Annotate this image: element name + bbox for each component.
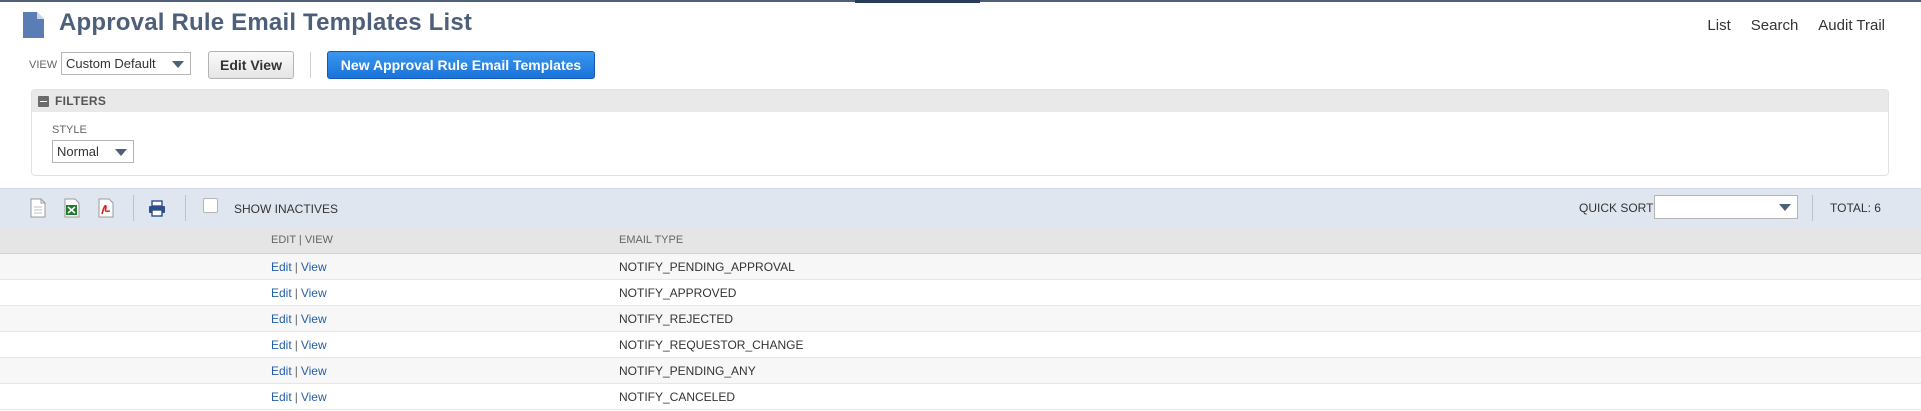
email-type-cell: NOTIFY_REQUESTOR_CHANGE: [619, 338, 804, 352]
print-icon[interactable]: [148, 198, 166, 218]
edit-view-cell: Edit | View: [271, 390, 327, 404]
chevron-down-icon: [115, 149, 127, 156]
link-separator: |: [294, 364, 298, 378]
email-type-cell: NOTIFY_PENDING_ANY: [619, 364, 756, 378]
edit-view-cell: Edit | View: [271, 338, 327, 352]
link-separator: |: [294, 390, 298, 404]
collapse-icon[interactable]: [38, 96, 49, 107]
table-row: Edit | View NOTIFY_APPROVED: [0, 280, 1921, 306]
column-header-email-type[interactable]: EMAIL TYPE: [619, 234, 683, 246]
table-row: Edit | View NOTIFY_REJECTED: [0, 306, 1921, 332]
search-link[interactable]: Search: [1751, 17, 1799, 34]
view-link[interactable]: View: [301, 260, 327, 274]
email-type-cell: NOTIFY_CANCELED: [619, 390, 736, 404]
view-link[interactable]: View: [301, 364, 327, 378]
table-header: EDIT | VIEW EMAIL TYPE: [0, 227, 1921, 254]
email-type-cell: NOTIFY_APPROVED: [619, 286, 737, 300]
filters-panel: FILTERS STYLE Normal: [31, 89, 1889, 176]
top-links: List Search Audit Trail: [1707, 17, 1885, 34]
view-select[interactable]: Custom Default: [61, 52, 191, 75]
top-accent-mark: [855, 0, 980, 3]
page-title: Approval Rule Email Templates List: [59, 9, 473, 36]
audit-trail-link[interactable]: Audit Trail: [1818, 17, 1885, 34]
csv-export-icon[interactable]: [29, 198, 47, 218]
list-toolbar: SHOW INACTIVES QUICK SORT TOTAL: 6: [0, 188, 1921, 227]
document-icon: [23, 12, 44, 38]
style-select-value: Normal: [57, 144, 99, 159]
edit-link[interactable]: Edit: [271, 260, 292, 274]
edit-link[interactable]: Edit: [271, 312, 292, 326]
edit-link[interactable]: Edit: [271, 390, 292, 404]
style-select[interactable]: Normal: [52, 140, 134, 163]
filters-title: FILTERS: [55, 94, 107, 108]
chevron-down-icon: [1779, 204, 1791, 211]
edit-view-cell: Edit | View: [271, 260, 327, 274]
edit-view-cell: Edit | View: [271, 364, 327, 378]
link-separator: |: [294, 312, 298, 326]
link-separator: |: [294, 338, 298, 352]
link-separator: |: [294, 260, 298, 274]
edit-link[interactable]: Edit: [271, 286, 292, 300]
show-inactives-label: SHOW INACTIVES: [234, 202, 339, 216]
style-label: STYLE: [52, 124, 87, 136]
view-link[interactable]: View: [301, 312, 327, 326]
view-link[interactable]: View: [301, 338, 327, 352]
toolbar-separator: [1812, 195, 1813, 221]
toolbar-separator: [185, 195, 186, 221]
quick-sort-label: QUICK SORT: [1579, 201, 1654, 215]
edit-view-button[interactable]: Edit View: [208, 51, 294, 79]
view-link[interactable]: View: [301, 286, 327, 300]
show-inactives-checkbox[interactable]: [203, 198, 218, 213]
email-type-cell: NOTIFY_PENDING_APPROVAL: [619, 260, 795, 274]
email-type-cell: NOTIFY_REJECTED: [619, 312, 734, 326]
edit-link[interactable]: Edit: [271, 338, 292, 352]
chevron-down-icon: [172, 61, 184, 68]
table-row: Edit | View NOTIFY_CANCELED: [0, 384, 1921, 410]
pdf-export-icon[interactable]: [97, 198, 115, 218]
toolbar-separator: [133, 195, 134, 221]
column-header-edit-view[interactable]: EDIT | VIEW: [271, 234, 333, 246]
edit-view-cell: Edit | View: [271, 312, 327, 326]
link-separator: |: [294, 286, 298, 300]
toolbar-divider: [310, 52, 311, 78]
edit-view-cell: Edit | View: [271, 286, 327, 300]
table-row: Edit | View NOTIFY_PENDING_APPROVAL: [0, 254, 1921, 280]
page: Approval Rule Email Templates List List …: [0, 0, 1921, 411]
table-row: Edit | View NOTIFY_PENDING_ANY: [0, 358, 1921, 384]
filters-header[interactable]: FILTERS: [32, 90, 1888, 112]
total-count: TOTAL: 6: [1830, 201, 1881, 215]
edit-link[interactable]: Edit: [271, 364, 292, 378]
table-row: Edit | View NOTIFY_REQUESTOR_CHANGE: [0, 332, 1921, 358]
view-select-value: Custom Default: [66, 56, 156, 71]
view-label: VIEW: [29, 59, 58, 71]
table-body: Edit | View NOTIFY_PENDING_APPROVAL Edit | V…: [0, 254, 1921, 410]
view-link[interactable]: View: [301, 390, 327, 404]
list-link[interactable]: List: [1707, 17, 1730, 34]
excel-export-icon[interactable]: [63, 198, 81, 218]
new-template-button[interactable]: New Approval Rule Email Templates: [327, 51, 595, 79]
quick-sort-select[interactable]: [1654, 195, 1798, 219]
